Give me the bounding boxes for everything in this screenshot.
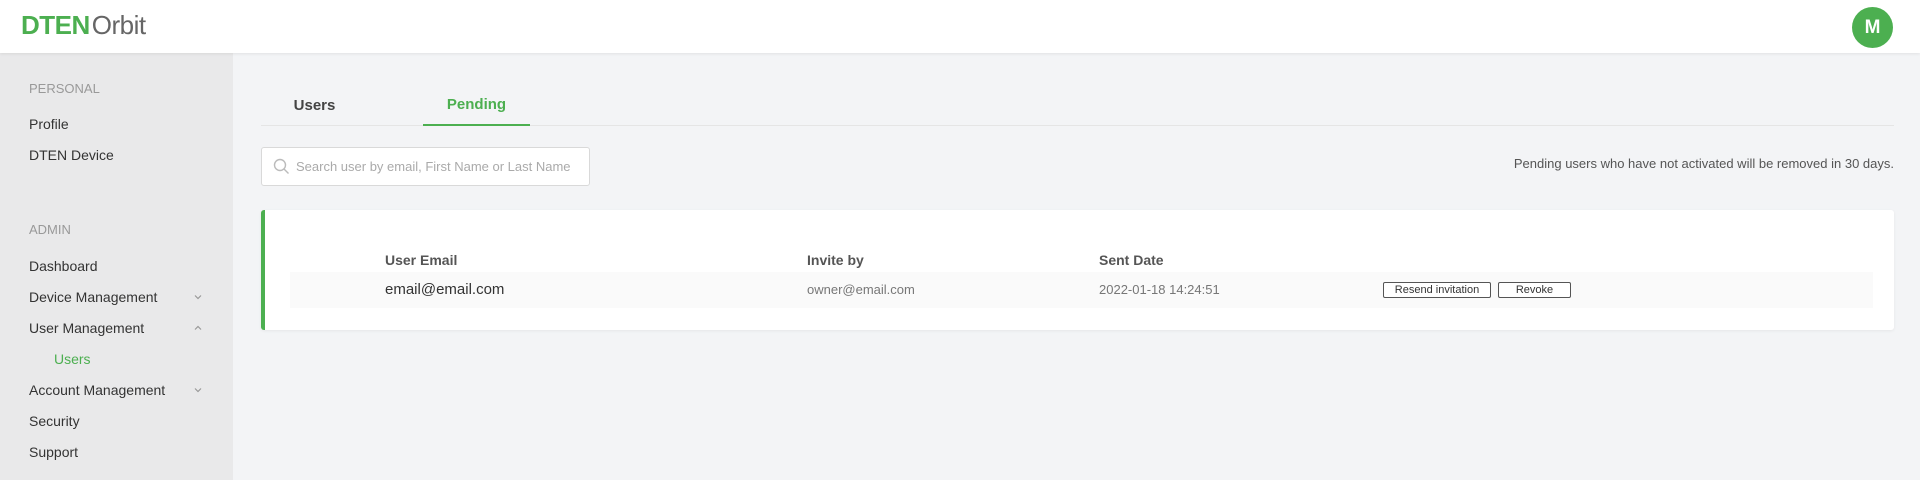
- revoke-button[interactable]: Revoke: [1498, 282, 1571, 298]
- sidebar-item-account-management[interactable]: Account Management: [29, 382, 204, 398]
- sidebar-item-label: User Management: [29, 320, 145, 336]
- cell-email: email@email.com: [385, 281, 505, 298]
- top-bar: DTENOrbit M: [0, 0, 1920, 53]
- logo-brand: DTEN: [21, 10, 90, 40]
- table-row: email@email.com owner@email.com 2022-01-…: [290, 272, 1873, 308]
- sidebar-item-label: Support: [29, 444, 79, 460]
- sidebar-item-support[interactable]: Support: [29, 444, 204, 460]
- tab-bar: Users Pending: [261, 85, 1894, 126]
- tab-users[interactable]: Users: [261, 85, 368, 126]
- sidebar-item-label: DTEN Device: [29, 147, 114, 163]
- sidebar-item-label: Device Management: [29, 289, 158, 305]
- chevron-down-icon: [194, 295, 202, 300]
- sidebar-item-user-management[interactable]: User Management: [29, 320, 204, 336]
- search-input[interactable]: [296, 148, 586, 185]
- sidebar-item-label: Account Management: [29, 382, 166, 398]
- chevron-up-icon: [194, 325, 202, 330]
- resend-invitation-button[interactable]: Resend invitation: [1383, 282, 1491, 298]
- sidebar-item-users[interactable]: Users: [54, 351, 174, 367]
- pending-users-table: User Email Invite by Sent Date email@ema…: [261, 210, 1894, 330]
- sidebar: PERSONAL Profile DTEN Device ADMIN Dashb…: [0, 53, 233, 480]
- sidebar-item-security[interactable]: Security: [29, 413, 204, 429]
- cell-sent-date: 2022-01-18 14:24:51: [1099, 282, 1220, 297]
- column-header-email: User Email: [385, 252, 458, 268]
- section-title-personal: PERSONAL: [29, 81, 100, 96]
- column-header-sent-date: Sent Date: [1099, 252, 1164, 268]
- sidebar-item-dashboard[interactable]: Dashboard: [29, 258, 204, 274]
- sidebar-item-label: Dashboard: [29, 258, 98, 274]
- sidebar-item-label: Security: [29, 413, 80, 429]
- logo-product: Orbit: [91, 10, 146, 40]
- tab-pending[interactable]: Pending: [423, 85, 530, 126]
- column-header-invite-by: Invite by: [807, 252, 864, 268]
- chevron-down-icon: [194, 388, 202, 393]
- sidebar-item-label: Users: [54, 351, 91, 367]
- section-title-admin: ADMIN: [29, 222, 71, 237]
- sidebar-item-label: Profile: [29, 116, 69, 132]
- sidebar-item-device-management[interactable]: Device Management: [29, 289, 204, 305]
- sidebar-item-profile[interactable]: Profile: [29, 116, 204, 132]
- sidebar-item-dten-device[interactable]: DTEN Device: [29, 147, 204, 163]
- search-box: [261, 147, 590, 186]
- app-logo[interactable]: DTENOrbit: [21, 9, 146, 41]
- search-icon: [273, 158, 289, 174]
- user-avatar[interactable]: M: [1852, 7, 1893, 48]
- cell-invite-by: owner@email.com: [807, 282, 915, 297]
- pending-notice: Pending users who have not activated wil…: [1513, 156, 1894, 171]
